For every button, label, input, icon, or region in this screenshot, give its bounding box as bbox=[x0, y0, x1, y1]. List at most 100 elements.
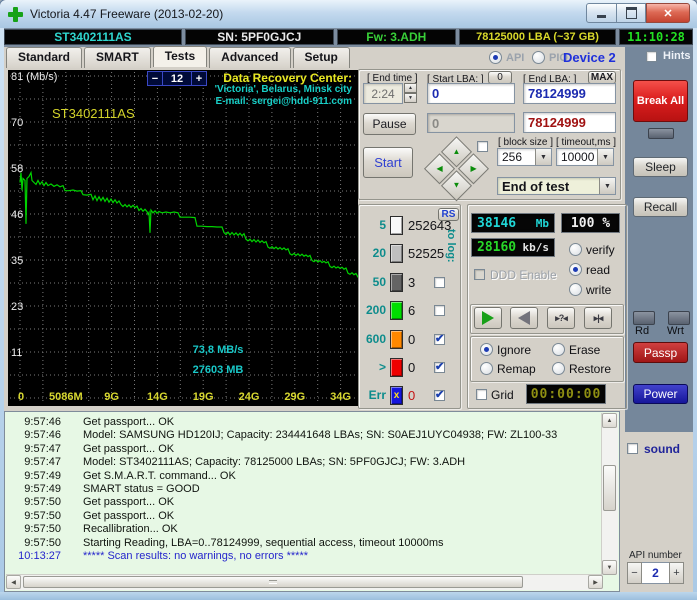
end-time-spinner[interactable]: 2:24 ▲ ▼ bbox=[363, 83, 417, 104]
log-row: 9:57:50 Get passport... OK bbox=[9, 510, 174, 523]
erase-radio[interactable] bbox=[552, 343, 565, 356]
start-button[interactable]: Start bbox=[363, 147, 413, 178]
chevron-down-icon[interactable]: ▼ bbox=[535, 149, 551, 165]
log-message: Get passport... OK bbox=[83, 442, 175, 455]
counter-log-checkbox[interactable] bbox=[434, 388, 445, 402]
end-lba-repeat-field[interactable]: 78124999 bbox=[523, 112, 616, 133]
write-led bbox=[668, 311, 690, 325]
end-time-up-icon[interactable]: ▲ bbox=[404, 83, 417, 93]
break-all-button[interactable]: Break All bbox=[633, 80, 688, 122]
scroll-up-icon[interactable]: ▲ bbox=[602, 413, 617, 428]
vertical-scroll-thumb[interactable] bbox=[603, 465, 616, 511]
defect-action-panel: Ignore Erase Remap Restore bbox=[470, 336, 624, 382]
monitor-groupbox: 38146 Mb 100 % 28160 kb/s DDD Enable ver… bbox=[467, 204, 627, 409]
horizontal-scroll-thumb[interactable] bbox=[23, 576, 523, 588]
log-message: Get passport... OK bbox=[83, 416, 175, 428]
counter-label: 600 bbox=[365, 331, 386, 346]
verify-radio[interactable] bbox=[569, 243, 582, 256]
log-timestamp: 9:57:46 bbox=[24, 416, 61, 428]
minimize-button[interactable] bbox=[586, 3, 617, 23]
write-led-label: Wrt bbox=[667, 325, 684, 337]
scroll-right-icon[interactable]: ▶ bbox=[588, 575, 603, 589]
titlebar: Victoria 4.47 Freeware (2013-02-20) ✕ bbox=[0, 0, 697, 29]
counter-log-checkbox[interactable] bbox=[434, 332, 445, 345]
tab-tests[interactable]: Tests bbox=[152, 46, 208, 67]
chevron-down-icon[interactable]: ▼ bbox=[599, 178, 615, 194]
api-plus-button[interactable]: + bbox=[669, 562, 684, 584]
seek-edge-button[interactable]: ▸|◂ bbox=[584, 307, 612, 329]
recall-button[interactable]: Recall bbox=[633, 197, 688, 217]
close-button[interactable]: ✕ bbox=[646, 3, 690, 23]
api-minus-button[interactable]: − bbox=[627, 562, 642, 584]
scale-plus-button[interactable]: + bbox=[191, 71, 207, 86]
start-lba-input[interactable]: 0 bbox=[427, 83, 515, 104]
ignore-radio[interactable] bbox=[480, 343, 493, 356]
playback-panel: ▸?◂ ▸|◂ bbox=[470, 304, 624, 334]
tab-advanced[interactable]: Advanced bbox=[209, 47, 291, 68]
restore-radio[interactable] bbox=[552, 362, 565, 375]
x-axis-tick: 14G bbox=[147, 391, 168, 403]
sleep-button[interactable]: Sleep bbox=[633, 157, 688, 177]
sound-checkbox[interactable] bbox=[627, 443, 638, 454]
maximize-button[interactable] bbox=[617, 3, 646, 23]
tab-smart[interactable]: SMART bbox=[84, 47, 151, 68]
counter-log-checkbox[interactable] bbox=[434, 360, 445, 373]
tab-standard[interactable]: Standard bbox=[6, 47, 83, 68]
scale-value: 12 bbox=[163, 71, 191, 86]
counter-log-checkbox[interactable] bbox=[434, 305, 445, 317]
scroll-down-icon[interactable]: ▼ bbox=[602, 560, 617, 575]
read-label: read bbox=[586, 263, 611, 277]
read-led bbox=[633, 311, 655, 325]
window-border-left bbox=[0, 28, 4, 600]
counter-log-checkbox[interactable] bbox=[434, 276, 445, 288]
seek-question-button[interactable]: ▸?◂ bbox=[547, 307, 575, 329]
api-number-value[interactable]: 2 bbox=[642, 562, 669, 584]
right-rail: Hints Break All Sleep Recall Rd Wrt Pass… bbox=[625, 47, 693, 432]
timeout-value: 10000 bbox=[561, 150, 595, 164]
counter-value: 3 bbox=[408, 274, 416, 290]
chevron-down-icon[interactable]: ▼ bbox=[597, 149, 613, 165]
pause-button[interactable]: Pause bbox=[363, 113, 416, 135]
log-row: 9:57:46 Get passport... OK bbox=[9, 416, 174, 429]
passport-button[interactable]: Passp bbox=[633, 342, 688, 363]
window-border-right bbox=[693, 28, 697, 600]
counter-row->: >0 bbox=[364, 358, 457, 380]
write-label: write bbox=[586, 283, 612, 297]
end-lba-input[interactable]: 78124999 bbox=[523, 83, 616, 104]
counter-value: 52525 bbox=[408, 246, 445, 262]
timeout-select[interactable]: 10000 ▼ bbox=[556, 148, 614, 166]
power-button[interactable]: Power bbox=[633, 384, 688, 404]
scroll-left-icon[interactable]: ◀ bbox=[6, 575, 21, 589]
drive-firmware: Fw: 3.ADH bbox=[336, 29, 456, 45]
play-back-button[interactable] bbox=[510, 307, 538, 329]
x-axis-tick: 9G bbox=[104, 391, 119, 403]
counter-row-20: 20 52525 bbox=[364, 244, 457, 266]
log-row: 9:57:50 Recallibration... OK bbox=[9, 523, 177, 536]
block-size-value: 256 bbox=[502, 150, 523, 164]
write-radio[interactable] bbox=[569, 283, 582, 296]
timeout-label: [ timeout,ms ] bbox=[556, 137, 617, 148]
x-axis-tick: 29G bbox=[284, 391, 305, 403]
counter-color-box bbox=[390, 329, 403, 349]
tab-setup[interactable]: Setup bbox=[292, 47, 350, 68]
remap-radio[interactable] bbox=[480, 362, 493, 375]
end-of-test-select[interactable]: End of test ▼ bbox=[497, 177, 616, 195]
block-size-select[interactable]: 256 ▼ bbox=[497, 148, 552, 166]
graph-scale-spinner: − 12 + bbox=[147, 71, 207, 86]
log-horizontal-scrollbar: ◀ ▶ bbox=[6, 574, 603, 590]
read-led-label: Rd bbox=[635, 325, 650, 337]
grid-checkbox[interactable] bbox=[476, 389, 487, 400]
arrow-right-icon: ▶ bbox=[470, 163, 477, 173]
log-timestamp: 10:13:27 bbox=[18, 550, 61, 562]
mb-progress-display: 38146 Mb bbox=[471, 213, 555, 233]
log-timestamp: 9:57:50 bbox=[24, 536, 61, 549]
drive-capacity: 78125000 LBA (~37 GB) bbox=[458, 29, 616, 45]
read-radio[interactable] bbox=[569, 263, 582, 276]
play-forward-button[interactable] bbox=[474, 307, 502, 329]
hints-checkbox[interactable] bbox=[646, 51, 657, 62]
remap-label: Remap bbox=[497, 362, 536, 376]
minimize-icon bbox=[597, 15, 606, 18]
scale-minus-button[interactable]: − bbox=[147, 71, 163, 86]
drive-serial: SN: 5PF0GJCJ bbox=[184, 29, 334, 45]
end-time-down-icon[interactable]: ▼ bbox=[404, 93, 417, 103]
